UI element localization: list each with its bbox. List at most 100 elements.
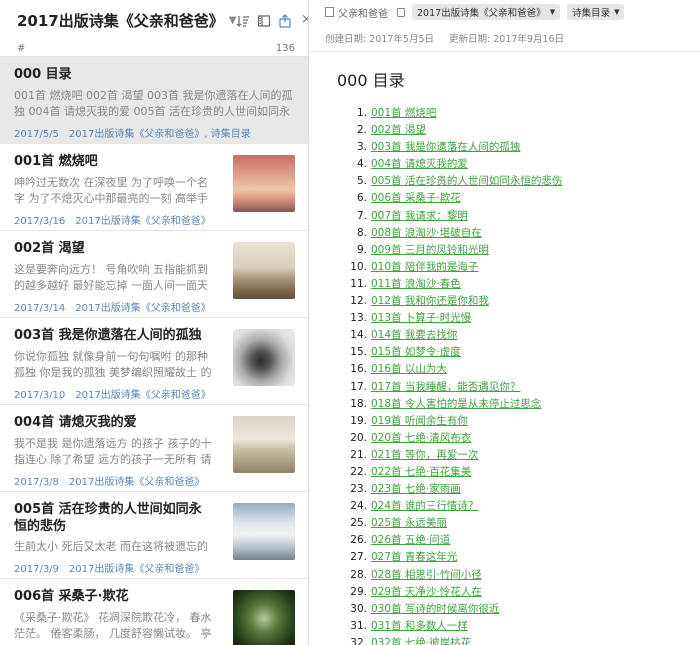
toc-number: 11. xyxy=(350,277,367,290)
note-item-002[interactable]: 002首 渴望 这是要奔向远方！ 号角吹响 五指能抓到的越多越好 最好能忘掉 一… xyxy=(0,231,308,318)
breadcrumb-tag-label: 诗集目录 xyxy=(572,8,611,19)
note-editor-panel: 父亲和爸爸 2017出版诗集《父亲和爸爸》 ▼ 诗集目录 ▼ 创建日期: 2017年… xyxy=(309,0,700,645)
toc-item: 5. 005首 活在珍贵的人世间如同永恒的悲伤 xyxy=(309,173,700,190)
toc-link[interactable]: 028首 相思引·竹间小径 xyxy=(371,567,482,584)
table-of-contents: 1. 001首 燃烧吧 2. 002首 渴望 3. 003首 我是你遗落在人间的孤独 4. 0… xyxy=(309,105,700,645)
toc-item: 29. 029首 天净沙·怜花人在 xyxy=(309,584,700,601)
toc-item: 8. 008首 浪淘沙·堪破自在 xyxy=(309,225,700,242)
view-options-icon[interactable] xyxy=(257,13,271,27)
toc-item: 6. 006首 采桑子·欺花 xyxy=(309,190,700,207)
note-item-001[interactable]: 001首 燃烧吧 呻吟过无数次 在深夜里 为了呼唤一个名字 为了不熄灭心中那最亮… xyxy=(0,144,308,231)
toc-link[interactable]: 006首 采桑子·欺花 xyxy=(371,190,461,207)
toc-number: 26. xyxy=(350,534,367,547)
note-count-bar: # 136 xyxy=(0,40,308,57)
toc-link[interactable]: 022首 七绝·百花集美 xyxy=(371,464,471,481)
note-notebook: 2017出版诗集《父亲和爸爸》 xyxy=(75,390,211,401)
breadcrumb-tag[interactable]: 诗集目录 ▼ xyxy=(567,4,625,20)
toc-link[interactable]: 029首 天净沙·怜花人在 xyxy=(371,584,482,601)
toc-item: 20. 020首 七绝·清风布衣 xyxy=(309,430,700,447)
toc-link[interactable]: 001首 燃烧吧 xyxy=(371,105,436,122)
toc-item: 22. 022首 七绝·百花集美 xyxy=(309,464,700,481)
toc-item: 3. 003首 我是你遗落在人间的孤独 xyxy=(309,139,700,156)
toc-link[interactable]: 003首 我是你遗落在人间的孤独 xyxy=(371,139,520,156)
note-notebook: 2017出版诗集《父亲和爸爸》 xyxy=(75,303,211,314)
toc-number: 27. xyxy=(350,551,367,564)
chevron-down-icon[interactable]: ▼ xyxy=(229,15,237,26)
toc-link[interactable]: 013首 卜算子·时光慢 xyxy=(371,310,471,327)
toc-item: 11. 011首 浪淘沙·春色 xyxy=(309,276,700,293)
note-date: 2017/3/9 xyxy=(14,564,59,575)
sort-icon[interactable] xyxy=(236,13,250,27)
note-item-000[interactable]: 000 目录 001首 燃烧吧 002首 渴望 003首 我是你遗落在人间的孤独… xyxy=(0,57,308,144)
toc-link[interactable]: 012首 我和你还是你和我 xyxy=(371,293,489,310)
toc-link[interactable]: 009首 三月的风铃和光明 xyxy=(371,242,489,259)
document-title[interactable]: 000 目录 xyxy=(309,67,700,90)
toc-link[interactable]: 005首 活在珍贵的人世间如同永恒的悲伤 xyxy=(371,173,562,190)
note-summary: 你说你孤独 就像身前一句句嘱咐 的那种孤独 你是我的孤独 美梦编织照耀故土 的那… xyxy=(14,350,212,379)
toc-link[interactable]: 020首 七绝·清风布衣 xyxy=(371,430,471,447)
toc-item: 10. 010首 陪伴我的是海子 xyxy=(309,259,700,276)
toc-link[interactable]: 002首 渴望 xyxy=(371,122,426,139)
note-title: 004首 请熄灭我的爱 xyxy=(14,415,137,430)
toc-link[interactable]: 025首 永远美丽 xyxy=(371,515,447,532)
note-thumbnail xyxy=(233,329,295,386)
note-item-005[interactable]: 005首 活在珍贵的人世间如同永恒的悲伤 生前太小 死后又太老 而在这将被遗忘的… xyxy=(0,492,308,579)
note-thumbnail xyxy=(233,590,295,645)
close-icon[interactable]: × xyxy=(299,13,308,27)
note-notebook: 2017出版诗集《父亲和爸爸》, 诗集目录 xyxy=(68,129,251,140)
note-meta: 2017/3/14 2017出版诗集《父亲和爸爸》 xyxy=(14,299,296,314)
toc-link[interactable]: 007首 我请求：黎明 xyxy=(371,208,468,225)
note-meta: 2017/3/16 2017出版诗集《父亲和爸爸》 xyxy=(14,212,296,227)
note-title: 000 目录 xyxy=(14,67,72,82)
share-icon[interactable] xyxy=(278,13,292,28)
toc-link[interactable]: 017首 当我睡醒，能否遇见你？ xyxy=(371,379,520,396)
toc-link[interactable]: 032首 七绝·彼岸枯花 xyxy=(371,635,471,645)
toc-item: 16. 016首 以山为大 xyxy=(309,361,700,378)
toc-link[interactable]: 026首 五绝·问道 xyxy=(371,532,450,549)
note-notebook: 2017出版诗集《父亲和爸爸》 xyxy=(68,477,205,488)
toc-number: 25. xyxy=(350,517,367,530)
toc-link[interactable]: 027首 青春这年光 xyxy=(371,549,457,566)
toc-link[interactable]: 031首 和多数人一样 xyxy=(371,618,468,635)
toc-link[interactable]: 014首 我要去找你 xyxy=(371,327,457,344)
note-date: 2017/3/14 xyxy=(14,303,66,314)
toc-link[interactable]: 011首 浪淘沙·春色 xyxy=(371,276,461,293)
toc-number: 14. xyxy=(350,329,367,342)
toc-number: 4. xyxy=(356,158,367,171)
note-dates: 创建日期: 2017年5月5日 更新日期: 2017年9月16日 xyxy=(309,31,700,45)
note-title: 006首 采桑子·欺花 xyxy=(14,589,129,604)
toc-link[interactable]: 010首 陪伴我的是海子 xyxy=(371,259,478,276)
toc-link[interactable]: 019首 听闻余生有你 xyxy=(371,413,468,430)
note-title: 001首 燃烧吧 xyxy=(14,154,98,169)
note-date: 2017/3/10 xyxy=(14,390,66,401)
toc-link[interactable]: 015首 如梦令·虚度 xyxy=(371,344,461,361)
toc-link[interactable]: 024首 谁的三行情诗？ xyxy=(371,498,478,515)
toc-item: 26. 026首 五绝·问道 xyxy=(309,532,700,549)
toc-number: 30. xyxy=(350,602,367,615)
toc-item: 7. 007首 我请求：黎明 xyxy=(309,208,700,225)
toc-item: 31. 031首 和多数人一样 xyxy=(309,618,700,635)
note-item-006[interactable]: 006首 采桑子·欺花 《采桑子·欺花》 花凋深院欺花冷， 春水茫茫。 倦客柔肠… xyxy=(0,579,308,645)
toc-item: 2. 002首 渴望 xyxy=(309,122,700,139)
toc-link[interactable]: 021首 等你，再爱一次 xyxy=(371,447,478,464)
toc-number: 19. xyxy=(350,414,367,427)
toc-link[interactable]: 008首 浪淘沙·堪破自在 xyxy=(371,225,482,242)
notebook-title[interactable]: 2017出版诗集《父亲和爸爸》 xyxy=(17,10,224,31)
toc-item: 9. 009首 三月的风铃和光明 xyxy=(309,242,700,259)
notebook-name[interactable]: 父亲和爸爸 xyxy=(338,5,388,20)
lock-icon[interactable] xyxy=(397,7,405,17)
note-item-004[interactable]: 004首 请熄灭我的爱 我不是我 是你遗落远方 的孩子 孩子的十指连心 除了希望… xyxy=(0,405,308,492)
toc-item: 12. 012首 我和你还是你和我 xyxy=(309,293,700,310)
toc-link[interactable]: 030首 写诗的时候离你很近 xyxy=(371,601,499,618)
updated-date: 更新日期: 2017年9月16日 xyxy=(449,34,565,45)
note-item-003[interactable]: 003首 我是你遗落在人间的孤独 你说你孤独 就像身前一句句嘱咐 的那种孤独 你… xyxy=(0,318,308,405)
toc-link[interactable]: 016首 以山为大 xyxy=(371,361,447,378)
toc-link[interactable]: 018首 令人害怕的是从未停止过思念 xyxy=(371,396,541,413)
breadcrumb-notebook[interactable]: 2017出版诗集《父亲和爸爸》 ▼ xyxy=(412,4,561,20)
note-count: 136 xyxy=(275,42,295,54)
toc-link[interactable]: 023首 七绝·家雨画 xyxy=(371,481,461,498)
toc-number: 12. xyxy=(350,295,367,308)
toc-number: 29. xyxy=(350,585,367,598)
toc-link[interactable]: 004首 请熄灭我的爱 xyxy=(371,156,468,173)
toc-item: 21. 021首 等你，再爱一次 xyxy=(309,447,700,464)
